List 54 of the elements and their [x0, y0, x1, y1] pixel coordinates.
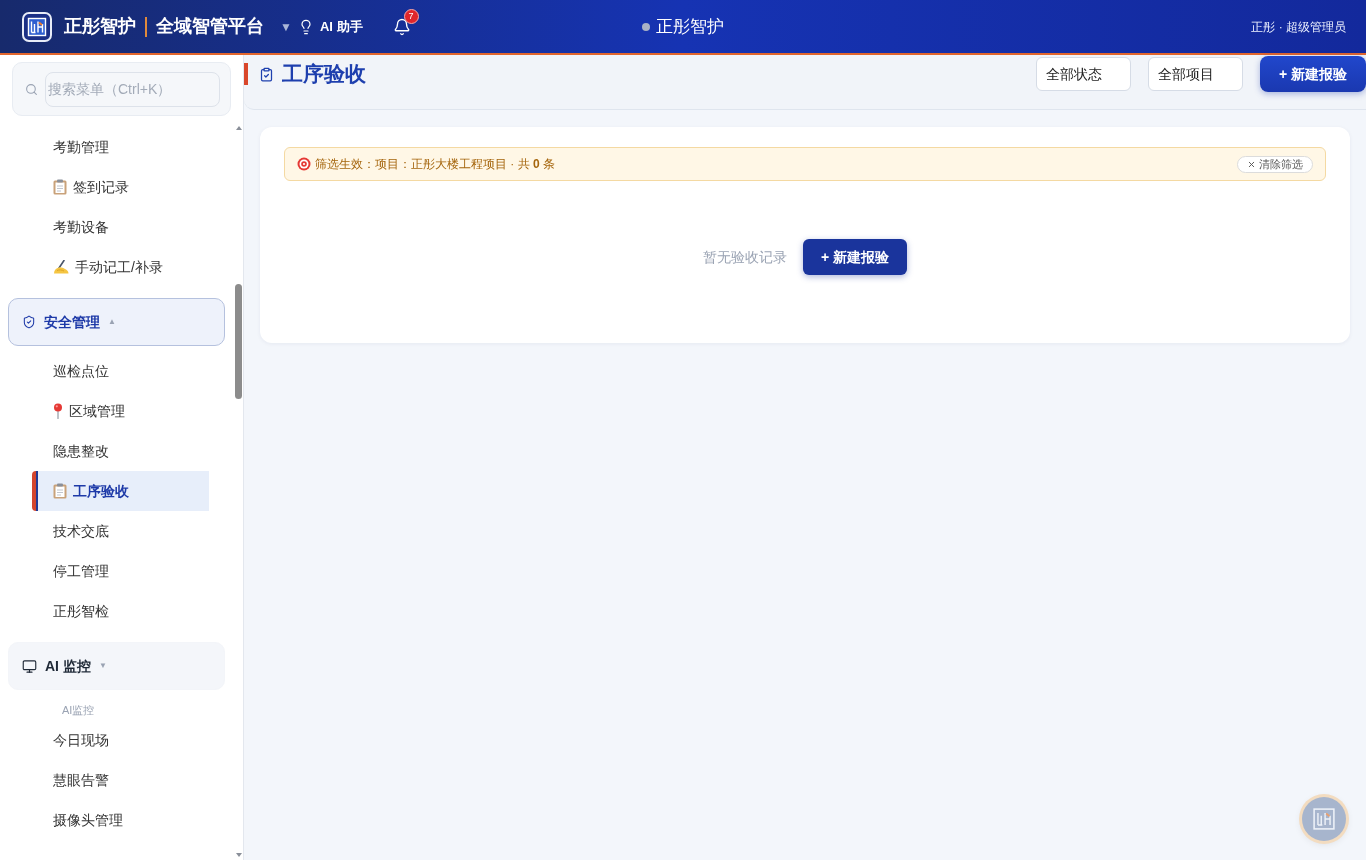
page-title: 工序验收: [282, 61, 366, 88]
sidebar-item[interactable]: 今日现场: [32, 720, 209, 760]
dropdown-caret[interactable]: ▼: [280, 17, 292, 36]
menu-group-header[interactable]: 安全管理 ▲: [8, 298, 225, 346]
logo-icon: [1313, 808, 1335, 830]
center-title: 正彤智护: [656, 15, 724, 38]
filter-select[interactable]: 全部项目: [1148, 57, 1243, 91]
new-inspection-button[interactable]: + 新建报验: [802, 239, 908, 275]
sidebar-item[interactable]: 慧眼告警: [32, 760, 209, 800]
brand-title: 正彤智护: [64, 15, 136, 38]
sidebar-item[interactable]: 签到记录: [32, 167, 209, 207]
platform-title: 全域智管平台: [156, 15, 264, 38]
menu-group-header[interactable]: AI 监控 ▼: [8, 642, 225, 690]
search-icon: [25, 82, 38, 96]
sidebar-item[interactable]: 区域管理: [32, 391, 209, 431]
sidebar-item[interactable]: 考勤管理: [32, 127, 209, 167]
title-accent-bar: [244, 63, 248, 85]
caret-icon: ▲: [108, 316, 116, 328]
user-info[interactable]: 正彤 · 超级管理员: [1251, 17, 1346, 36]
bell-icon: [392, 17, 411, 36]
scroll-up-icon[interactable]: [235, 126, 242, 130]
clipboard-check-icon: [259, 66, 274, 82]
sidebar-item[interactable]: 摄像头管理: [32, 800, 209, 840]
search-field[interactable]: 搜索菜单（Ctrl+K）: [45, 71, 220, 107]
sidebar-item[interactable]: 手动记工/补录: [32, 247, 209, 287]
clipboard-icon: [53, 179, 67, 195]
notification-button[interactable]: [392, 17, 411, 36]
ai-assistant-button[interactable]: AI 助手: [297, 16, 363, 37]
empty-message: 暂无验收记录: [702, 247, 787, 267]
monitor-icon: [22, 658, 37, 674]
sidebar-item[interactable]: 技术交底: [32, 511, 209, 551]
pin-icon: [53, 403, 63, 419]
sidebar-item[interactable]: 工序验收: [32, 471, 209, 511]
clear-filter-button[interactable]: 清除筛选: [1237, 155, 1313, 173]
filter-status-text: 筛选生效：项目：正彤大楼工程项目 · 共 0 条: [315, 156, 556, 173]
scrollbar-thumb[interactable]: [235, 284, 242, 399]
sidebar-item[interactable]: 隐患整改: [32, 431, 209, 471]
sidebar-item[interactable]: 考勤设备: [32, 207, 209, 247]
new-inspection-button[interactable]: + 新建报验: [1260, 56, 1366, 92]
sidebar-item[interactable]: 巡检点位: [32, 351, 209, 391]
caret-icon: ▼: [98, 660, 107, 672]
sidebar-item[interactable]: 停工管理: [32, 551, 209, 591]
sidebar-item[interactable]: 正彤智检: [32, 591, 209, 631]
target-icon: [297, 157, 311, 171]
logo-icon: [22, 11, 52, 42]
filter-select[interactable]: 全部状态: [1036, 57, 1131, 91]
close-icon: [1247, 159, 1256, 169]
notification-badge: 7: [403, 8, 419, 24]
assistant-float-button[interactable]: [1302, 797, 1346, 841]
shield-icon: [22, 315, 36, 329]
clipboard-icon: [53, 483, 67, 499]
section-label: AI监控: [62, 702, 95, 718]
scroll-down-icon[interactable]: [235, 853, 242, 857]
writing-hand-icon: [53, 260, 69, 274]
